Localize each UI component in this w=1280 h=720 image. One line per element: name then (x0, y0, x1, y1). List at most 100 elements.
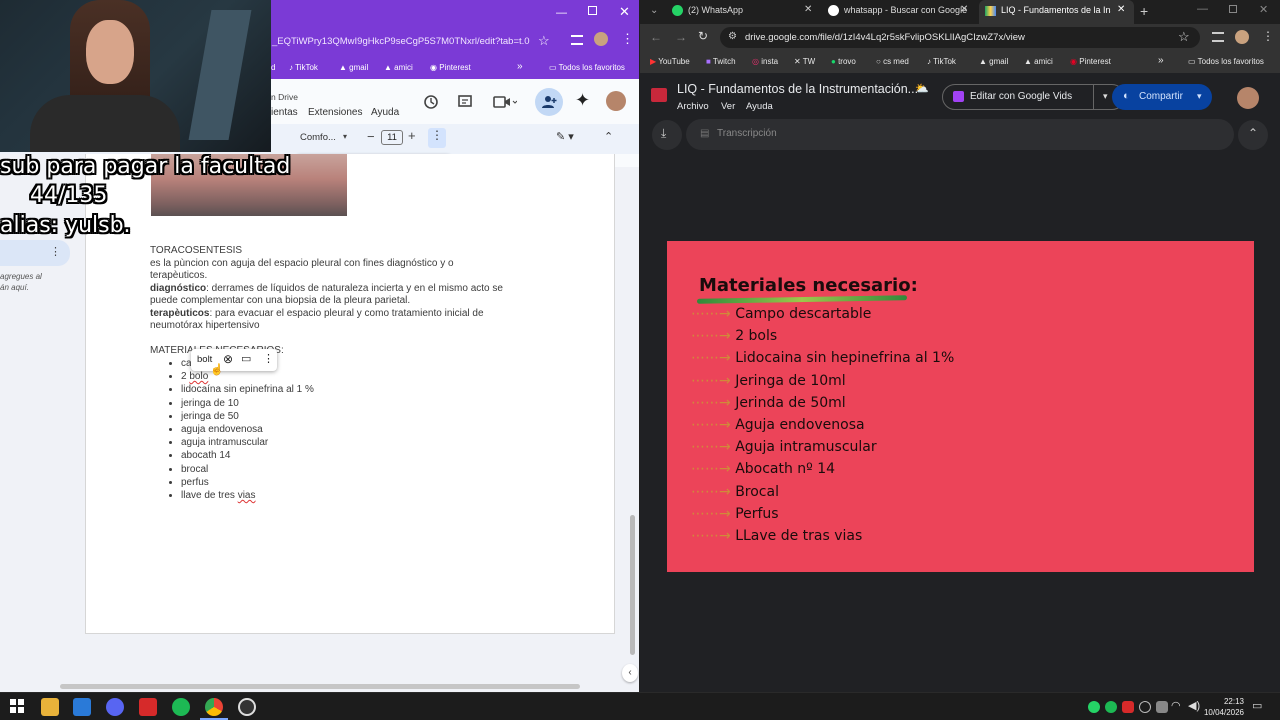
menu-help[interactable]: Ayuda (746, 101, 773, 112)
close-tab-icon[interactable]: ✕ (1117, 4, 1125, 15)
minimize-icon[interactable]: — (1197, 3, 1208, 15)
bookmark-gmail[interactable]: ▲ gmail (339, 63, 368, 72)
more-menu-icon[interactable]: ⋮ (621, 31, 634, 47)
file-title[interactable]: LIQ - Fundamentos de la Instrumentación.… (677, 82, 918, 96)
share-people-button[interactable] (535, 88, 563, 116)
chevron-down-icon[interactable]: ▾ (1197, 91, 1202, 102)
meet-icon[interactable] (493, 94, 517, 110)
bookmark-trovo[interactable]: ● trovo (831, 57, 856, 66)
more-tools-icon[interactable]: ⋮ (428, 128, 446, 148)
menu-extensions[interactable]: Extensiones (308, 107, 362, 118)
side-panel-chip[interactable]: ⋮ (0, 240, 70, 266)
more-menu-icon[interactable]: ⋮ (1262, 29, 1274, 43)
file-explorer-icon[interactable] (41, 698, 59, 716)
chevron-down-icon[interactable]: ▾ (1103, 91, 1108, 102)
minimize-icon[interactable]: — (556, 7, 567, 19)
bookmark-tiktok[interactable]: ♪ TikTok (927, 57, 956, 66)
download-button[interactable]: ⤓ (652, 120, 682, 150)
bookmark-star-icon[interactable]: ☆ (1178, 29, 1190, 45)
tab-search-icon[interactable]: ⌄ (650, 5, 658, 16)
media-controls-icon[interactable] (1212, 32, 1224, 42)
transcript-bar[interactable]: ▤ Transcripción (686, 119, 1234, 150)
font-size-input[interactable]: 11 (381, 130, 403, 145)
discord-icon[interactable] (106, 698, 124, 716)
forward-icon[interactable]: → (675, 30, 687, 44)
vertical-scrollbar[interactable] (630, 515, 635, 655)
app-tray-icon[interactable] (1122, 701, 1134, 713)
account-avatar[interactable] (1237, 87, 1259, 109)
tab-drive-file[interactable]: LIQ - Fundamentos de la Instrur ✕ (979, 0, 1134, 24)
share-button[interactable]: ◐ Compartir ▾ (1112, 84, 1212, 110)
more-options-icon[interactable]: ⋮ (50, 245, 61, 258)
steam-tray-icon[interactable] (1139, 701, 1151, 713)
back-icon[interactable]: ← (650, 30, 662, 44)
bookmark-pinterest[interactable]: ◉ Pinterest (430, 63, 471, 72)
bookmark-twitch[interactable]: ■ Twitch (706, 57, 736, 66)
all-bookmarks[interactable]: ▭ Todos los favoritos (1188, 57, 1264, 66)
close-icon[interactable]: ✕ (619, 4, 630, 20)
profile-avatar[interactable] (1235, 30, 1249, 44)
tab-whatsapp[interactable]: (2) WhatsApp ✕ (666, 0, 818, 24)
reload-icon[interactable]: ↻ (698, 29, 708, 43)
history-icon[interactable] (423, 94, 439, 110)
clock[interactable]: 22:13 10/04/2026 (1198, 696, 1244, 718)
misspelled-word[interactable]: bolo (189, 371, 208, 382)
tab-google-search[interactable]: whatsapp - Buscar con Google ✕ (822, 0, 974, 24)
windows-start-icon[interactable] (9, 698, 27, 716)
menu-help[interactable]: Ayuda (371, 107, 399, 118)
chevron-right-icon[interactable]: » (517, 61, 523, 72)
edit-mode-icon[interactable]: ✎ ▾ (556, 130, 574, 143)
store-icon[interactable] (73, 698, 91, 716)
media-controls-icon[interactable] (571, 35, 583, 45)
bookmark-tw[interactable]: ✕ TW (794, 57, 815, 66)
omnibox[interactable]: ⚙ drive.google.com/file/d/1zI4v4Lq2r5skF… (720, 27, 1200, 48)
menu-file[interactable]: Archivo (677, 101, 709, 112)
url-text[interactable]: drive.google.com/file/d/1zI4v4Lq2r5skFvl… (745, 32, 1025, 43)
increase-font-icon[interactable]: + (408, 128, 416, 143)
bookmark-csmed[interactable]: ○ cs med (876, 57, 909, 66)
horizontal-scrollbar[interactable] (60, 684, 580, 689)
chevron-right-icon[interactable]: » (1158, 55, 1164, 66)
chevron-down-icon[interactable]: ▾ (343, 132, 347, 141)
site-info-icon[interactable]: ⚙ (728, 31, 737, 42)
comment-icon[interactable] (457, 94, 473, 110)
bookmark-youtube[interactable]: ▶ YouTube (650, 57, 690, 66)
close-tab-icon[interactable]: ✕ (960, 4, 968, 15)
bookmark-tiktok[interactable]: ♪ TikTok (289, 63, 318, 72)
profile-avatar[interactable] (594, 32, 608, 46)
collapse-toolbar-icon[interactable]: ⌃ (604, 130, 613, 143)
spotify-icon[interactable] (172, 698, 190, 716)
font-selector[interactable]: Comfo... (300, 132, 336, 143)
account-avatar[interactable] (606, 91, 626, 111)
notification-icon[interactable]: ▭ (1252, 699, 1262, 712)
bookmark-gmail[interactable]: ▲ gmail (979, 57, 1008, 66)
close-tab-icon[interactable]: ✕ (804, 4, 812, 15)
obs-icon[interactable] (238, 698, 256, 716)
whatsapp-tray-icon[interactable] (1088, 701, 1100, 713)
network-icon[interactable]: ◠ (1171, 699, 1181, 712)
close-icon[interactable]: ✕ (1259, 3, 1268, 16)
maximize-icon[interactable] (1229, 5, 1237, 13)
spotify-tray-icon[interactable] (1105, 701, 1117, 713)
misspelled-word[interactable]: vias (238, 490, 256, 501)
more-options-icon[interactable]: ⋮ (263, 352, 274, 365)
gemini-icon[interactable]: ✦ (575, 90, 590, 111)
menu-view[interactable]: Ver (721, 101, 735, 112)
bookmark-d[interactable]: d (271, 63, 275, 72)
usb-tray-icon[interactable] (1156, 701, 1168, 713)
collapse-side-panel-icon[interactable]: ‹ (622, 664, 638, 682)
edit-with-vids-button[interactable]: Editar con Google Vids ▾ (942, 84, 1125, 110)
bookmark-pinterest[interactable]: ◉ Pinterest (1070, 57, 1111, 66)
app-icon[interactable] (139, 698, 157, 716)
bookmark-amici[interactable]: ▲ amici (384, 63, 413, 72)
all-bookmarks[interactable]: ▭ Todos los favoritos (549, 63, 625, 72)
expand-transcript-button[interactable]: ⌃ (1238, 120, 1268, 150)
url-text[interactable]: _EQTiWPry13QMwI9gHkcP9seCgP5S7M0TNxrl/ed… (272, 36, 530, 47)
chrome-icon[interactable] (205, 698, 223, 716)
document-page[interactable]: TORACOSENTESIS es la pùncion con aguja d… (85, 154, 615, 634)
maximize-icon[interactable] (588, 6, 597, 15)
ignore-icon[interactable]: ⊗ (223, 352, 233, 366)
bookmark-insta[interactable]: ◎ insta (752, 57, 778, 66)
new-tab-icon[interactable]: + (1140, 3, 1148, 19)
decrease-font-icon[interactable]: − (367, 129, 375, 144)
